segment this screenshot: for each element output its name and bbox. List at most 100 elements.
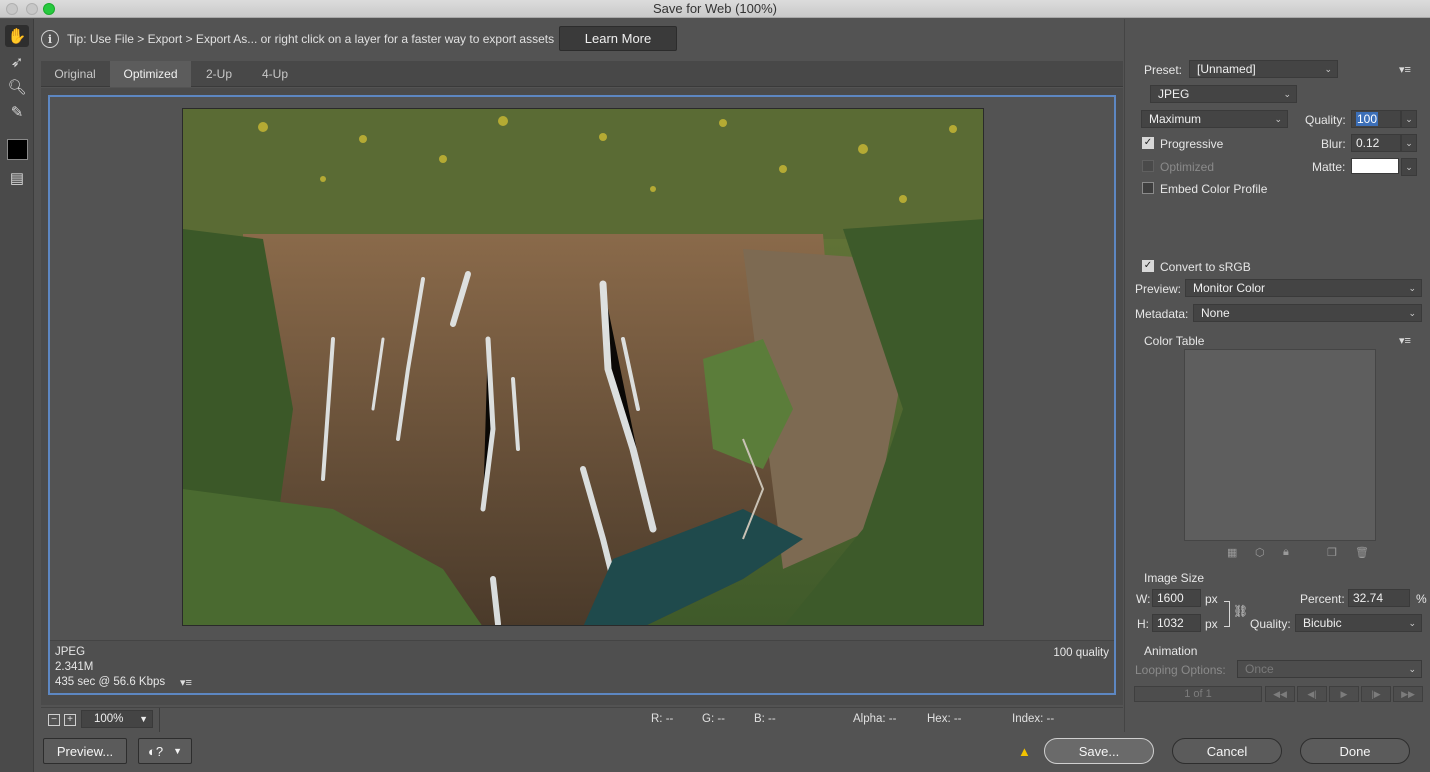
embed-color-profile-checkbox[interactable] xyxy=(1142,182,1154,194)
chevron-down-icon: ▼ xyxy=(139,714,148,724)
chevron-down-icon: ⌄ xyxy=(1408,308,1416,318)
optimized-preview-frame[interactable]: JPEG 2.341M 435 sec @ 56.6 Kbps ▾≡ 100 q… xyxy=(48,95,1116,695)
animation-title: Animation xyxy=(1144,644,1198,658)
quality-dropdown-arrow[interactable]: ⌄ xyxy=(1401,110,1417,128)
toggle-slices-icon[interactable]: ▤ xyxy=(5,167,29,189)
preview-download-speed: 435 sec @ 56.6 Kbps xyxy=(55,676,166,688)
warning-icon[interactable]: ▲ xyxy=(1018,744,1031,759)
width-label: W: xyxy=(1136,592,1151,606)
preview-button[interactable]: Preview... xyxy=(43,738,127,764)
color-table-label: Color Table xyxy=(1144,334,1205,348)
tool-strip: ✋ ➶ 🔍︎ ✎ ▤ xyxy=(0,19,34,772)
zoom-tool-icon[interactable]: 🔍︎ xyxy=(5,76,29,98)
frame-counter: 1 of 1 xyxy=(1134,686,1262,702)
looping-options-label: Looping Options: xyxy=(1135,663,1226,677)
title-bar: Save for Web (100%) xyxy=(0,0,1430,18)
preset-label: Preset: xyxy=(1144,63,1183,77)
done-button[interactable]: Done xyxy=(1300,738,1410,764)
hand-tool-icon[interactable]: ✋ xyxy=(5,25,29,47)
bottom-button-bar: Preview... ◐? ▼ ▲ Save... Cancel Done xyxy=(35,732,1430,772)
chevron-down-icon: ▼ xyxy=(173,746,182,756)
metadata-label: Metadata: xyxy=(1135,307,1189,321)
eyedropper-tool-icon[interactable]: ✎ xyxy=(5,101,29,123)
matte-dropdown-arrow[interactable]: ⌄ xyxy=(1401,158,1417,176)
preset-select[interactable]: [Unnamed] ⌄ xyxy=(1189,60,1338,78)
previous-frame-icon[interactable]: ◀| xyxy=(1297,686,1327,702)
percent-label: Percent: xyxy=(1300,592,1345,606)
zoom-out-button[interactable]: − xyxy=(48,714,60,726)
preview-info-strip: JPEG 2.341M 435 sec @ 56.6 Kbps ▾≡ 100 q… xyxy=(50,640,1114,693)
tab-4-up[interactable]: 4-Up xyxy=(247,61,303,87)
first-frame-icon[interactable]: ◀◀ xyxy=(1265,686,1295,702)
looping-options-select[interactable]: Once ⌄ xyxy=(1237,660,1422,678)
blur-input[interactable]: 0.12 xyxy=(1351,134,1401,152)
preview-profile-select[interactable]: Monitor Color ⌄ xyxy=(1185,279,1422,297)
slice-select-tool-icon[interactable]: ➶ xyxy=(5,51,29,73)
optimize-menu-icon[interactable]: ▾≡ xyxy=(1399,63,1411,76)
learn-more-button[interactable]: Learn More xyxy=(559,26,677,51)
next-frame-icon[interactable]: |▶ xyxy=(1361,686,1391,702)
compression-quality-select[interactable]: Maximum ⌄ xyxy=(1141,110,1288,128)
web-snap-icon[interactable]: ⬡ xyxy=(1255,546,1265,559)
resample-quality-select[interactable]: Bicubic ⌄ xyxy=(1295,614,1422,632)
height-label: H: xyxy=(1137,617,1149,631)
optimized-checkbox[interactable] xyxy=(1142,160,1154,172)
waterfall-image[interactable] xyxy=(182,108,984,626)
last-frame-icon[interactable]: ▶▶ xyxy=(1393,686,1423,702)
width-input[interactable]: 1600 xyxy=(1152,589,1201,607)
status-bar: − + 100% ▼ R: -- G: -- B: -- Alpha: -- H… xyxy=(41,707,1123,732)
chevron-down-icon: ⌄ xyxy=(1283,89,1291,99)
quality-label: Quality: xyxy=(1305,113,1346,127)
color-table[interactable] xyxy=(1184,349,1376,541)
compression-quality-value: Maximum xyxy=(1149,112,1202,126)
percent-input[interactable]: 32.74 xyxy=(1348,589,1410,607)
tab-2-up[interactable]: 2-Up xyxy=(192,61,246,87)
percent-unit: % xyxy=(1416,592,1427,606)
lock-color-icon[interactable]: 🔒︎ xyxy=(1283,546,1289,559)
chain-link-icon[interactable]: ⛓ xyxy=(1233,604,1248,618)
blur-dropdown-arrow[interactable]: ⌄ xyxy=(1401,134,1417,152)
eyedropper-color-swatch[interactable] xyxy=(7,139,28,160)
cancel-button[interactable]: Cancel xyxy=(1172,738,1282,764)
preset-value: [Unnamed] xyxy=(1197,62,1256,76)
tab-optimized[interactable]: Optimized xyxy=(110,61,191,87)
delete-color-icon[interactable]: 🗑︎ xyxy=(1355,546,1369,559)
quality-value: 100 xyxy=(1356,112,1379,126)
height-unit: px xyxy=(1205,617,1218,631)
metadata-select[interactable]: None ⌄ xyxy=(1193,304,1422,322)
map-color-icon[interactable]: ▦ xyxy=(1227,546,1237,559)
progressive-checkbox[interactable]: ✓ xyxy=(1142,137,1154,149)
chevron-down-icon: ⌄ xyxy=(1408,618,1416,628)
browser-select-button[interactable]: ◐? ▼ xyxy=(138,738,192,764)
chevron-down-icon: ⌄ xyxy=(1408,664,1416,674)
readout-alpha: Alpha: -- xyxy=(853,713,897,725)
tip-bar: i Tip: Use File > Export > Export As... … xyxy=(35,19,1123,59)
chevron-down-icon: ⌄ xyxy=(1408,283,1416,293)
download-speed-menu-icon[interactable]: ▾≡ xyxy=(180,676,192,689)
convert-srgb-checkbox[interactable]: ✓ xyxy=(1142,260,1154,272)
window-title: Save for Web (100%) xyxy=(652,1,778,16)
matte-color-swatch[interactable] xyxy=(1351,158,1399,174)
preview-quality-label: 100 quality xyxy=(1053,647,1109,659)
readout-index: Index: -- xyxy=(1012,713,1055,725)
preview-format: JPEG xyxy=(55,646,86,658)
embed-color-profile-label: Embed Color Profile xyxy=(1160,182,1268,196)
width-unit: px xyxy=(1205,592,1218,606)
readout-g: G: -- xyxy=(702,713,725,725)
resample-quality-value: Bicubic xyxy=(1303,616,1342,630)
color-table-menu-icon[interactable]: ▾≡ xyxy=(1399,334,1411,347)
optimization-settings-panel: Preset: [Unnamed] ⌄ ▾≡ JPEG ⌄ Maximum ⌄ … xyxy=(1124,19,1430,732)
progressive-label: Progressive xyxy=(1160,137,1224,151)
looping-options-value: Once xyxy=(1245,662,1274,676)
browser-icon: ◐? xyxy=(147,743,164,759)
save-button[interactable]: Save... xyxy=(1044,738,1154,764)
height-input[interactable]: 1032 xyxy=(1152,614,1201,632)
metadata-value: None xyxy=(1201,306,1230,320)
new-color-icon[interactable]: ❐ xyxy=(1327,546,1337,559)
zoom-in-button[interactable]: + xyxy=(64,714,76,726)
file-format-select[interactable]: JPEG ⌄ xyxy=(1150,85,1297,103)
quality-input[interactable]: 100 xyxy=(1351,110,1401,128)
tab-original[interactable]: Original xyxy=(41,61,109,87)
zoom-level-select[interactable]: 100% ▼ xyxy=(81,710,153,728)
play-icon[interactable]: ▶ xyxy=(1329,686,1359,702)
